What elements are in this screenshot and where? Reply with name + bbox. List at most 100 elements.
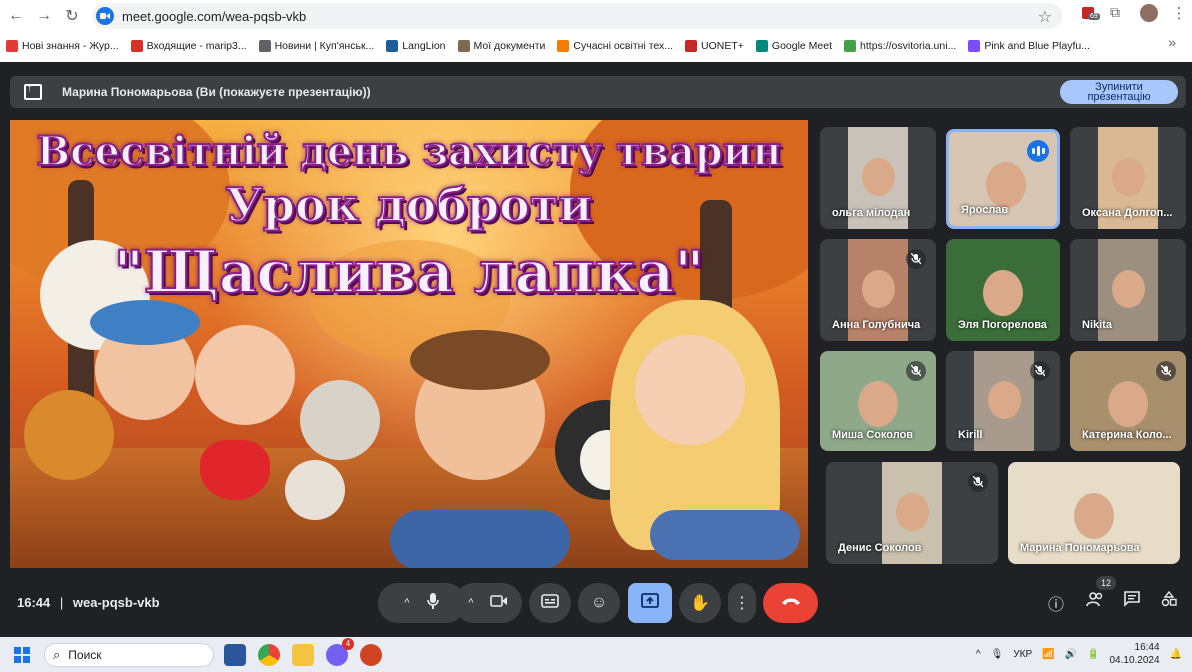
chat-icon[interactable] [1124, 591, 1140, 612]
word-app-icon[interactable] [224, 644, 246, 666]
participant-face [1111, 157, 1145, 196]
participant-tile[interactable]: Nikita [1070, 239, 1186, 341]
profile-avatar[interactable] [1140, 4, 1158, 22]
participant-tile[interactable]: ольга мілодан [820, 127, 936, 229]
participant-tile[interactable]: Катерина Коло... [1070, 351, 1186, 451]
participant-face [987, 381, 1021, 419]
bookmark-favicon-icon [685, 40, 698, 52]
bookmark-item[interactable]: Мої документи [457, 40, 546, 52]
activities-icon[interactable] [1161, 590, 1177, 612]
meeting-code: wea-pqsb-vkb [72, 595, 160, 610]
search-icon: ⌕ [53, 647, 61, 662]
participant-tile[interactable]: Марина Пономарьова [1008, 462, 1180, 564]
taskbar-clock[interactable]: 16:44 04.10.2024 [1109, 641, 1159, 667]
bookmark-item[interactable]: LangLion [386, 40, 446, 52]
tray-chevron-icon[interactable]: ^ [976, 649, 981, 660]
camera-icon[interactable] [489, 594, 508, 613]
participant-name: Ярослав [961, 204, 1009, 216]
notifications-bell-icon[interactable]: 🔔 [1170, 649, 1182, 660]
mic-muted-icon [906, 249, 926, 269]
bookmarks-overflow-icon[interactable]: » [1168, 34, 1176, 50]
bookmark-label: Google Meet [771, 40, 833, 52]
stop-presenting-line2: презентацію [1087, 91, 1151, 103]
bookmark-favicon-icon [755, 40, 768, 52]
slide-title-line2: Урок доброти [225, 177, 594, 233]
people-icon[interactable] [1086, 591, 1104, 612]
viber-app-icon[interactable]: 4 [326, 638, 354, 666]
bookmark-item[interactable]: Новини | Куп'янськ... [258, 40, 374, 52]
bookmark-label: Нові знання - Жур... [22, 40, 119, 52]
more-vert-icon: ⋮ [734, 595, 750, 612]
system-tray: ^ 🎙 УКР 📶 🔊 🔋 16:44 04.10.2024 🔔 [976, 641, 1182, 667]
clock-time: 16:44 [1134, 642, 1160, 653]
taskbar-search[interactable]: ⌕ Поиск [44, 643, 214, 667]
windows-start-icon[interactable] [14, 647, 30, 663]
back-icon[interactable]: ← [2, 2, 30, 30]
extension-icon[interactable]: 69 [1080, 4, 1100, 22]
meeting-details-icon[interactable]: ⓘ [1048, 591, 1064, 615]
participant-face [861, 269, 895, 308]
meeting-separator: | [59, 595, 64, 610]
bookmark-item[interactable]: Google Meet [755, 40, 833, 52]
participant-name: Оксана Долгоп... [1082, 207, 1173, 219]
toolbar-right: 69 ⧉ ⋮ [1080, 4, 1188, 22]
present-screen-icon [641, 592, 659, 614]
extensions-puzzle-icon[interactable]: ⧉ [1110, 4, 1128, 22]
bookmark-label: Сучасні освітні тех... [573, 40, 674, 52]
participant-face [986, 162, 1026, 208]
leave-call-button[interactable] [763, 583, 818, 623]
wifi-icon[interactable]: 📶 [1042, 649, 1054, 660]
microphone-icon[interactable] [426, 592, 440, 615]
more-options-button[interactable]: ⋮ [728, 583, 756, 623]
slide-kitten [285, 460, 345, 520]
slide-boy-cap [90, 300, 200, 345]
url-text[interactable]: meet.google.com/wea-pqsb-vkb [122, 9, 306, 24]
participant-name: Kirill [958, 429, 983, 441]
participant-tile[interactable]: Kirill [946, 351, 1060, 451]
forward-icon[interactable]: → [30, 2, 58, 30]
powerpoint-app-icon[interactable] [360, 644, 382, 666]
participant-tile[interactable]: Ярослав [946, 129, 1060, 229]
bookmark-star-icon[interactable]: ☆ [1038, 7, 1052, 27]
hang-up-icon [781, 594, 801, 612]
file-explorer-icon[interactable] [292, 644, 314, 666]
participant-tile[interactable]: Анна Голубнича [820, 239, 936, 341]
battery-icon[interactable]: 🔋 [1087, 649, 1099, 660]
hand-icon: ✋ [690, 595, 710, 612]
bookmark-item[interactable]: https://osvitoria.uni... [844, 40, 956, 52]
participant-tile[interactable]: Денис Соколов [826, 462, 998, 564]
bookmark-label: Мої документи [473, 40, 546, 52]
participant-tile[interactable]: Оксана Долгоп... [1070, 127, 1186, 229]
bookmark-item[interactable]: UONET+ [685, 40, 744, 52]
bookmark-favicon-icon [968, 40, 981, 52]
bookmark-favicon-icon [130, 40, 143, 52]
clock-date: 04.10.2024 [1109, 655, 1160, 666]
reactions-button[interactable]: ☺ [578, 583, 620, 623]
captions-button[interactable] [529, 583, 571, 623]
slide-jeans [390, 510, 570, 568]
chrome-app-icon[interactable] [258, 644, 280, 666]
participant-tile[interactable]: Миша Соколов [820, 351, 936, 451]
presentation-slide: Всесвітній день захисту тварин Урок добр… [10, 120, 808, 568]
bookmark-item[interactable]: Входящие - marip3... [130, 40, 247, 52]
present-now-button[interactable] [628, 583, 672, 623]
mic-muted-icon [968, 472, 988, 492]
browser-menu-icon[interactable]: ⋮ [1170, 4, 1188, 22]
raise-hand-button[interactable]: ✋ [679, 583, 721, 623]
tray-microphone-icon[interactable]: 🎙 [991, 649, 1004, 660]
audio-options-chevron-icon[interactable]: ^ [404, 597, 409, 609]
participant-tile[interactable]: Эля Погорелова [946, 239, 1060, 341]
stop-presenting-button[interactable]: Зупинити презентацію [1060, 80, 1178, 104]
reload-icon[interactable]: ↻ [58, 2, 86, 30]
volume-icon[interactable]: 🔊 [1065, 649, 1077, 660]
address-bar[interactable]: meet.google.com/wea-pqsb-vkb ☆ [92, 3, 1062, 29]
bookmark-favicon-icon [258, 40, 271, 52]
slide-boy2-hair [410, 330, 550, 390]
video-options-chevron-icon[interactable]: ^ [468, 597, 473, 609]
bookmark-item[interactable]: Сучасні освітні тех... [557, 40, 673, 52]
bookmark-item[interactable]: Pink and Blue Playfu... [968, 40, 1090, 52]
bookmark-item[interactable]: Нові знання - Жур... [6, 40, 119, 52]
language-indicator[interactable]: УКР [1013, 649, 1032, 660]
slide-girl2-face [635, 335, 745, 445]
participant-name: ольга мілодан [832, 207, 911, 219]
